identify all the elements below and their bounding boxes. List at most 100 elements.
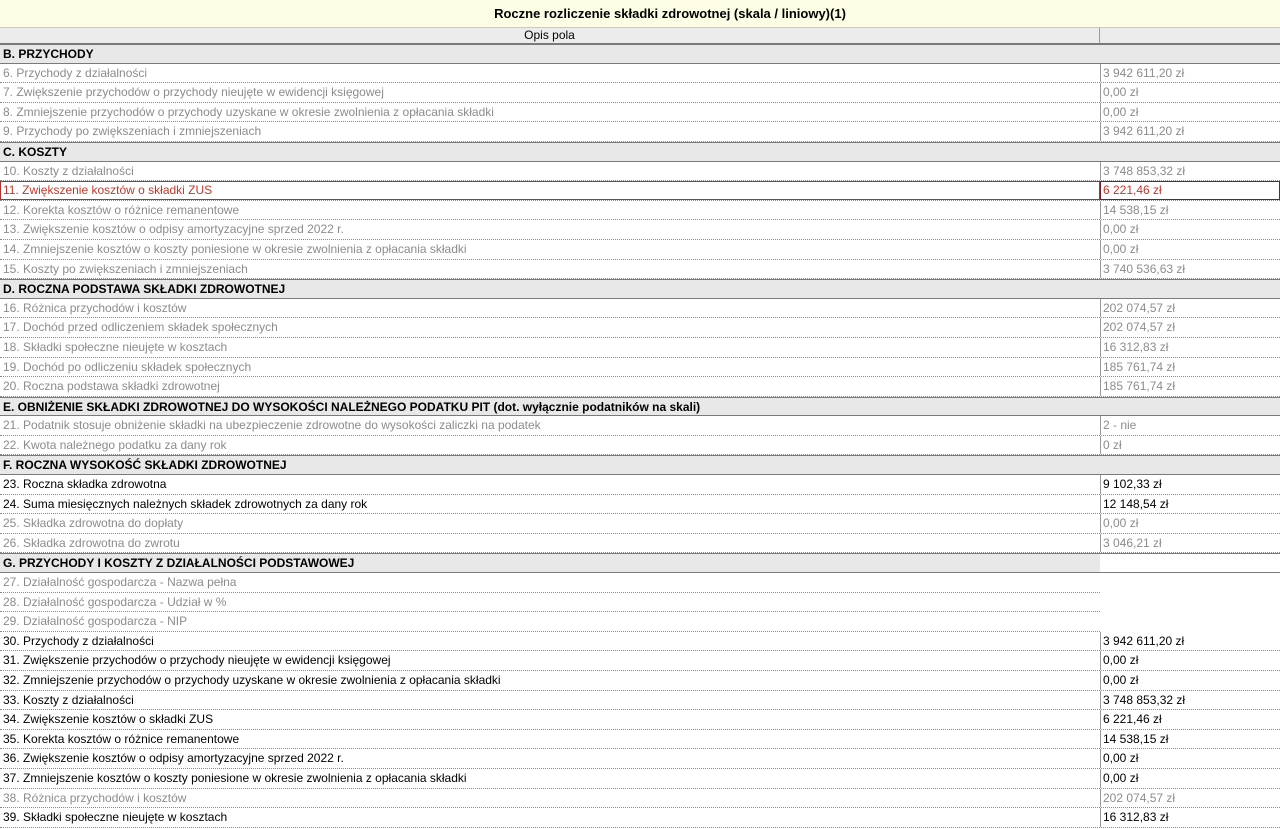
field-value[interactable]: 0,00 zł (1100, 220, 1280, 239)
section-header: E. OBNIŻENIE SKŁADKI ZDROWOTNEJ DO WYSOK… (0, 396, 1280, 417)
form-row[interactable]: 30. Przychody z działalności 3 942 611,20… (0, 631, 1280, 652)
field-value[interactable]: 0,00 zł (1100, 239, 1280, 259)
field-description: 23. Roczna składka zdrowotna (3, 477, 167, 492)
field-value[interactable]: 0,00 zł (1100, 671, 1280, 690)
field-description: 16. Różnica przychodów i kosztów (3, 300, 187, 315)
field-description: 8. Zmniejszenie przychodów o przychody u… (3, 104, 494, 119)
form-row[interactable]: 25. Składka zdrowotna do dopłaty 0,00 zł (0, 514, 1280, 534)
field-value[interactable]: 12 148,54 zł (1100, 494, 1280, 514)
field-value[interactable]: 9 102,33 zł (1100, 475, 1280, 494)
field-description: 27. Działalność gospodarcza - Nazwa pełn… (0, 573, 1100, 593)
field-value[interactable]: 0,00 zł (1100, 514, 1280, 533)
field-value[interactable]: 202 074,57 zł (1100, 788, 1280, 808)
form-row[interactable]: 37. Zmniejszenie kosztów o koszty ponies… (0, 768, 1280, 789)
field-value[interactable]: 0,00 zł (1100, 651, 1280, 670)
field-description: 28. Działalność gospodarcza - Udział w % (0, 593, 1100, 613)
form-row[interactable]: 9. Przychody po zwiększeniach i zmniejsz… (0, 122, 1280, 142)
form-row[interactable]: 26. Składka zdrowotna do zwrotu 3 046,21 … (0, 533, 1280, 554)
field-description: 11. Zwiększenie kosztów o składki ZUS (0, 181, 1100, 200)
form-row[interactable]: 14. Zmniejszenie kosztów o koszty ponies… (0, 239, 1280, 260)
form-row[interactable]: 35. Korekta kosztów o różnice remanentow… (0, 729, 1280, 750)
field-value[interactable]: 0,00 zł (1100, 83, 1280, 102)
field-description: 17. Dochód przed odliczeniem składek spo… (3, 320, 278, 335)
field-value[interactable]: 0,00 zł (1100, 749, 1280, 768)
form-row[interactable]: 15. Koszty po zwiększeniach i zmniejszen… (0, 259, 1280, 280)
field-description: 14. Zmniejszenie kosztów o koszty ponies… (3, 241, 467, 256)
form-row[interactable]: 22. Kwota należnego podatku za dany rok 0… (0, 435, 1280, 456)
field-description: 7. Zwiększenie przychodów o przychody ni… (3, 85, 384, 100)
field-value[interactable]: 16 312,83 zł (1100, 337, 1280, 357)
field-description: 13. Zwiększenie kosztów o odpisy amortyz… (3, 222, 344, 237)
form-row[interactable]: 19. Dochód po odliczeniu składek społecz… (0, 357, 1280, 378)
form-row[interactable]: 27. Działalność gospodarcza - Nazwa pełn… (0, 573, 1280, 593)
form-row[interactable]: 10. Koszty z działalności 3 748 853,32 zł (0, 161, 1280, 182)
field-value[interactable]: 16 312,83 zł (1100, 808, 1280, 827)
form-row[interactable]: 31. Zwiększenie przychodów o przychody n… (0, 651, 1280, 671)
form-row[interactable]: 38. Różnica przychodów i kosztów 202 074,… (0, 788, 1280, 809)
form-row[interactable]: 29. Działalność gospodarcza - NIP (0, 612, 1280, 632)
field-value[interactable]: 3 748 853,32 zł (1100, 690, 1280, 710)
field-value[interactable]: 3 942 611,20 zł (1100, 631, 1280, 651)
field-description: 37. Zmniejszenie kosztów o koszty ponies… (3, 770, 467, 785)
form-row[interactable]: 20. Roczna podstawa składki zdrowotnej 18… (0, 377, 1280, 397)
field-value[interactable]: 0 zł (1100, 435, 1280, 455)
field-description: 21. Podatnik stosuje obniżenie składki n… (3, 418, 541, 433)
form-row[interactable]: 36. Zwiększenie kosztów o odpisy amortyz… (0, 749, 1280, 769)
section-title: B. PRZYCHODY (3, 47, 94, 61)
field-value[interactable]: 3 942 611,20 zł (1100, 63, 1280, 83)
form-row[interactable]: 33. Koszty z działalności 3 748 853,32 zł (0, 690, 1280, 711)
field-value[interactable]: 3 748 853,32 zł (1100, 161, 1280, 181)
form-row[interactable]: 18. Składki społeczne nieujęte w kosztac… (0, 337, 1280, 358)
form-row[interactable]: 6. Przychody z działalności 3 942 611,20 … (0, 63, 1280, 84)
field-description: 29. Działalność gospodarcza - NIP (0, 612, 1100, 632)
field-value[interactable]: 185 761,74 zł (1100, 357, 1280, 377)
form-row[interactable]: 34. Zwiększenie kosztów o składki ZUS 6 2… (0, 710, 1280, 730)
field-value[interactable]: 202 074,57 zł (1100, 318, 1280, 337)
section-title: C. KOSZTY (3, 144, 68, 159)
section-title: F. ROCZNA WYSOKOŚĆ SKŁADKI ZDROWOTNEJ (3, 458, 287, 473)
field-description: 15. Koszty po zwiększeniach i zmniejszen… (3, 261, 248, 276)
field-description: 10. Koszty z działalności (3, 163, 134, 178)
field-value[interactable] (1100, 573, 1280, 593)
field-description: 34. Zwiększenie kosztów o składki ZUS (3, 712, 214, 727)
field-value[interactable]: 14 538,15 zł (1100, 729, 1280, 749)
field-value[interactable]: 0,00 zł (1100, 768, 1280, 788)
field-value[interactable]: 3 942 611,20 zł (1100, 122, 1280, 141)
field-value[interactable]: 3 740 536,63 zł (1100, 259, 1280, 279)
field-description: 31. Zwiększenie przychodów o przychody n… (3, 653, 391, 668)
field-description: 18. Składki społeczne nieujęte w kosztac… (3, 339, 228, 354)
form-row[interactable]: 28. Działalność gospodarcza - Udział w % (0, 593, 1280, 613)
form-row[interactable]: 32. Zmniejszenie przychodów o przychody … (0, 671, 1280, 691)
field-value[interactable]: 2 - nie (1100, 416, 1280, 435)
section-title: E. OBNIŻENIE SKŁADKI ZDROWOTNEJ DO WYSOK… (3, 399, 701, 414)
field-value[interactable]: 0,00 zł (1100, 102, 1280, 122)
form-row[interactable]: 24. Suma miesięcznych należnych składek … (0, 494, 1280, 515)
field-description: 25. Składka zdrowotna do dopłaty (3, 516, 184, 531)
field-description: 33. Koszty z działalności (3, 692, 134, 707)
section-header: C. KOSZTY (0, 141, 1280, 162)
form-row[interactable]: 13. Zwiększenie kosztów o odpisy amortyz… (0, 220, 1280, 240)
form-row[interactable]: 17. Dochód przed odliczeniem składek spo… (0, 318, 1280, 338)
field-description: 32. Zmniejszenie przychodów o przychody … (3, 673, 501, 687)
field-value[interactable] (1100, 612, 1280, 632)
form-row-selected[interactable]: 11. Zwiększenie kosztów o składki ZUS 6 2… (0, 181, 1280, 201)
table-header: Opis pola (0, 28, 1280, 44)
form-row[interactable]: 12. Korekta kosztów o różnice remanentow… (0, 200, 1280, 221)
field-value[interactable]: 185 761,74 zł (1100, 377, 1280, 396)
form-row[interactable]: 16. Różnica przychodów i kosztów 202 074,… (0, 298, 1280, 319)
field-description: 22. Kwota należnego podatku za dany rok (3, 437, 227, 452)
section-value-cell (1100, 397, 1280, 416)
form-row[interactable]: 7. Zwiększenie przychodów o przychody ni… (0, 83, 1280, 103)
form-row[interactable]: 23. Roczna składka zdrowotna 9 102,33 zł (0, 475, 1280, 495)
field-value[interactable]: 3 046,21 zł (1100, 533, 1280, 553)
field-description: 9. Przychody po zwiększeniach i zmniejsz… (3, 124, 262, 139)
field-value[interactable]: 202 074,57 zł (1100, 298, 1280, 318)
form-row[interactable]: 21. Podatnik stosuje obniżenie składki n… (0, 416, 1280, 436)
field-value[interactable]: 6 221,46 zł (1100, 181, 1280, 200)
form-row[interactable]: 8. Zmniejszenie przychodów o przychody u… (0, 102, 1280, 123)
field-value[interactable] (1100, 593, 1280, 613)
section-title: G. PRZYCHODY I KOSZTY Z DZIAŁALNOŚCI POD… (3, 556, 355, 571)
form-row[interactable]: 39. Składki społeczne nieujęte w kosztac… (0, 808, 1280, 828)
field-value[interactable]: 14 538,15 zł (1100, 200, 1280, 220)
field-value[interactable]: 6 221,46 zł (1100, 710, 1280, 729)
